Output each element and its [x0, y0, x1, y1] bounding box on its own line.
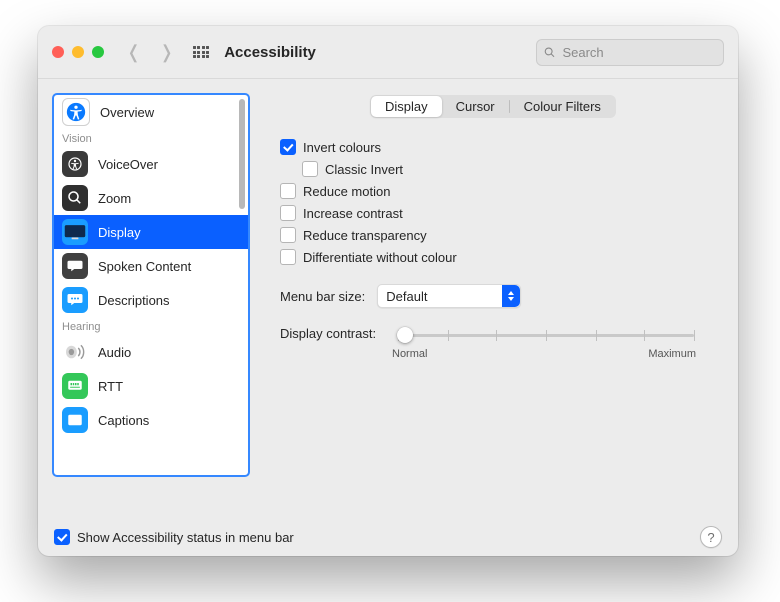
sidebar-item-spoken-content[interactable]: Spoken Content [54, 249, 248, 283]
sidebar-item-label: Zoom [98, 191, 131, 206]
sidebar-section-hearing: Hearing [54, 317, 248, 335]
sidebar-item-display[interactable]: Display [54, 215, 248, 249]
forward-button[interactable]: ❭ [159, 42, 174, 63]
option-classic-invert[interactable]: Classic Invert [280, 158, 696, 180]
menu-bar-size-label: Menu bar size: [280, 289, 365, 304]
search-field[interactable] [536, 39, 724, 66]
footer: Show Accessibility status in menu bar ? [38, 518, 738, 556]
toolbar: ❬ ❭ Accessibility [38, 26, 738, 79]
slider-tick [496, 330, 497, 341]
option-label: Increase contrast [303, 206, 403, 221]
sidebar-item-label: Captions [98, 413, 149, 428]
slider-knob[interactable] [397, 327, 413, 343]
sidebar-item-label: Descriptions [98, 293, 170, 308]
menu-bar-size-select[interactable]: Default [377, 284, 521, 308]
checkbox-icon [280, 249, 296, 265]
sidebar-section-vision: Vision [54, 129, 248, 147]
option-invert-colours[interactable]: Invert colours [280, 136, 696, 158]
window-controls [52, 46, 104, 58]
slider-tick [546, 330, 547, 341]
sidebar-item-rtt[interactable]: RTT [54, 369, 248, 403]
audio-icon [62, 339, 88, 365]
tab-cursor[interactable]: Cursor [442, 96, 509, 117]
slider-min-label: Normal [392, 348, 427, 360]
select-value: Default [386, 289, 427, 304]
sidebar-item-descriptions[interactable]: Descriptions [54, 283, 248, 317]
checkbox-icon [280, 183, 296, 199]
option-label: Classic Invert [325, 162, 403, 177]
checkbox-icon [280, 227, 296, 243]
captions-icon [62, 407, 88, 433]
voiceover-icon [62, 151, 88, 177]
sidebar-item-label: Spoken Content [98, 259, 191, 274]
minimize-window-button[interactable] [72, 46, 84, 58]
display-icon [62, 219, 88, 245]
settings-pane: Display Cursor Colour Filters Invert col… [268, 93, 718, 533]
search-input[interactable] [560, 44, 716, 61]
sidebar-item-zoom[interactable]: Zoom [54, 181, 248, 215]
accessibility-icon [62, 98, 90, 126]
nav-arrows: ❬ ❭ [126, 42, 174, 63]
sidebar-item-audio[interactable]: Audio [54, 335, 248, 369]
prefs-window: ❬ ❭ Accessibility Overview Vision [38, 26, 738, 556]
checkbox-icon [54, 529, 70, 545]
option-reduce-transparency[interactable]: Reduce transparency [280, 224, 696, 246]
option-reduce-motion[interactable]: Reduce motion [280, 180, 696, 202]
option-differentiate-without-colour[interactable]: Differentiate without colour [280, 246, 696, 268]
stepper-icon [502, 285, 520, 307]
sidebar-item-overview[interactable]: Overview [54, 95, 248, 129]
sidebar-item-label: RTT [98, 379, 123, 394]
option-label: Invert colours [303, 140, 381, 155]
option-label: Differentiate without colour [303, 250, 457, 265]
slider-max-label: Maximum [648, 348, 696, 360]
rtt-icon [62, 373, 88, 399]
sidebar-item-label: Audio [98, 345, 131, 360]
show-all-button[interactable] [192, 43, 210, 61]
slider-tick [448, 330, 449, 341]
window-title: Accessibility [224, 44, 316, 61]
display-contrast-label: Display contrast: [280, 326, 376, 341]
display-contrast-slider[interactable] [398, 325, 694, 345]
close-window-button[interactable] [52, 46, 64, 58]
slider-tick [694, 330, 695, 341]
tab-bar: Display Cursor Colour Filters [370, 95, 616, 118]
sidebar: Overview Vision VoiceOver Zoom [52, 93, 250, 477]
sidebar-item-captions[interactable]: Captions [54, 403, 248, 437]
option-increase-contrast[interactable]: Increase contrast [280, 202, 696, 224]
sidebar-scrollbar[interactable] [239, 99, 245, 209]
checkbox-icon [280, 205, 296, 221]
slider-tick [596, 330, 597, 341]
help-button[interactable]: ? [700, 526, 722, 548]
sidebar-item-label: Display [98, 225, 141, 240]
zoom-window-button[interactable] [92, 46, 104, 58]
slider-tick [644, 330, 645, 341]
spoken-content-icon [62, 253, 88, 279]
checkbox-icon [302, 161, 318, 177]
back-button[interactable]: ❬ [126, 42, 141, 63]
sidebar-item-label: VoiceOver [98, 157, 158, 172]
descriptions-icon [62, 287, 88, 313]
show-in-menu-bar-checkbox[interactable]: Show Accessibility status in menu bar [54, 529, 294, 545]
zoom-icon [62, 185, 88, 211]
option-label: Reduce transparency [303, 228, 427, 243]
sidebar-item-label: Overview [100, 105, 154, 120]
sidebar-item-voiceover[interactable]: VoiceOver [54, 147, 248, 181]
option-label: Reduce motion [303, 184, 390, 199]
option-label: Show Accessibility status in menu bar [77, 530, 294, 545]
checkbox-icon [280, 139, 296, 155]
tab-display[interactable]: Display [371, 96, 442, 117]
tab-colour-filters[interactable]: Colour Filters [510, 96, 615, 117]
search-icon [544, 46, 555, 59]
